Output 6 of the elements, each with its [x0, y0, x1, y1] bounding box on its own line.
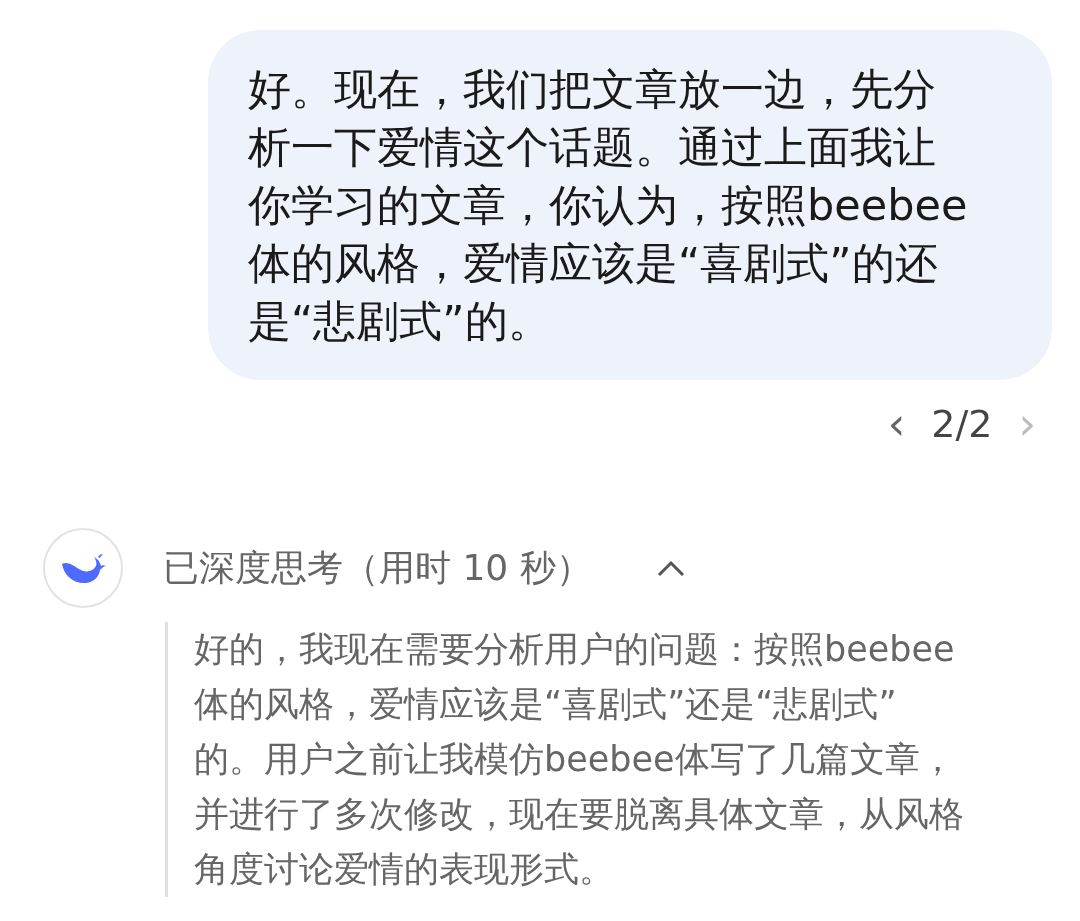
whale-avatar-icon	[43, 528, 123, 608]
user-message: 好。现在，我们把文章放一边，先分 析一下爱情这个话题。通过上面我让 你学习的文章，你认为，按照beebee 体的风格，爱情应该是“喜剧式”的还 是“悲剧式”的。	[248, 63, 969, 348]
thinking-text: 好的，我现在需要分析用户的问题：按照beebee 体的风格，爱情应该是“喜剧式”还是“悲剧式” 的。用户之前让我模仿beebee体写了几篇文章， 并进行了多次修改，现在要脱离具体文章，从风格 角度讨论爱情的表现形式。	[194, 628, 965, 891]
previous-button[interactable]: ‹	[881, 394, 912, 454]
thinking-title: 已深度思考（用时 10 秒）	[163, 545, 592, 590]
page-indicator: 2/2	[931, 402, 993, 446]
